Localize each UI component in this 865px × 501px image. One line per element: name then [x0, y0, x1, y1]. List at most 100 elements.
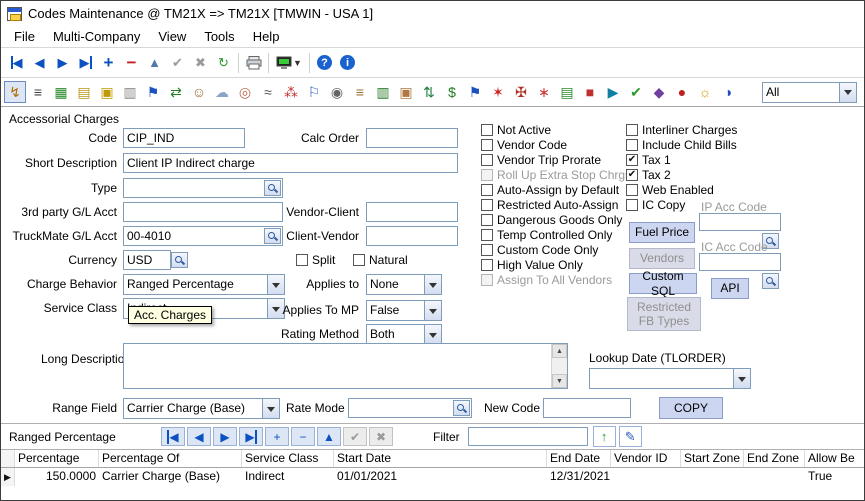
vendor-client-input[interactable]: [366, 202, 458, 222]
chevron-down-icon[interactable]: [424, 325, 441, 344]
grid-row[interactable]: ▶150.0000Carrier Charge (Base)Indirect01…: [1, 468, 864, 486]
delete-record-icon[interactable]: −: [120, 52, 143, 74]
checkbox-high-value-only[interactable]: High Value Only: [481, 258, 583, 272]
chevron-down-icon[interactable]: [733, 369, 750, 388]
flag-schedule-icon[interactable]: ⚐: [303, 81, 325, 103]
print-icon[interactable]: [242, 52, 265, 74]
nav-first-icon[interactable]: ◀: [5, 52, 28, 74]
detail-first-icon[interactable]: ◀: [161, 427, 185, 446]
checkbox-include-child-bills[interactable]: Include Child Bills: [626, 138, 737, 152]
checkbox-vendor-code[interactable]: Vendor Code: [481, 138, 567, 152]
checkbox-ic-copy[interactable]: IC Copy: [626, 198, 685, 212]
rating-method-combo[interactable]: Both: [366, 324, 442, 345]
approve-icon[interactable]: ✔: [625, 81, 647, 103]
filter-refresh-icon[interactable]: ↑: [593, 426, 616, 447]
applies-to-combo[interactable]: None: [366, 274, 442, 295]
checkbox-natural[interactable]: Natural: [353, 253, 408, 267]
category-filter-combo[interactable]: All: [762, 82, 857, 103]
menu-view[interactable]: View: [149, 27, 195, 46]
nav-last-icon[interactable]: ▶: [74, 52, 97, 74]
client-vendor-input[interactable]: [366, 226, 458, 246]
cross-icon[interactable]: ✠: [510, 81, 532, 103]
monitor-icon[interactable]: ▼: [272, 52, 306, 74]
network-icon[interactable]: ⁂: [280, 81, 302, 103]
currency-lookup-button[interactable]: [171, 252, 188, 268]
short-description-input[interactable]: [123, 153, 458, 173]
red-box-icon[interactable]: ■: [579, 81, 601, 103]
checkbox-auto-assign-by-default[interactable]: Auto-Assign by Default: [481, 183, 619, 197]
currency-input[interactable]: [123, 250, 171, 270]
code-input[interactable]: [123, 128, 245, 148]
calc-order-input[interactable]: [366, 128, 458, 148]
fuel-price-button[interactable]: Fuel Price: [629, 222, 695, 243]
checkbox-not-active[interactable]: Not Active: [481, 123, 551, 137]
signature-icon[interactable]: ≈: [257, 81, 279, 103]
chevron-down-icon[interactable]: [267, 275, 284, 294]
edit-record-icon[interactable]: ▲: [143, 52, 166, 74]
flag-icon[interactable]: ⚑: [142, 81, 164, 103]
about-icon[interactable]: i: [336, 52, 359, 74]
checkbox-custom-code-only[interactable]: Custom Code Only: [481, 243, 598, 257]
badge-icon[interactable]: ▣: [96, 81, 118, 103]
grid-column-start-zone[interactable]: Start Zone: [681, 450, 744, 467]
settings-icon[interactable]: ◆: [648, 81, 670, 103]
type-lookup-button[interactable]: [264, 180, 281, 196]
nav-next-icon[interactable]: ▶: [51, 52, 74, 74]
menu-multi-company[interactable]: Multi-Company: [44, 27, 149, 46]
grid-column-percentage-of[interactable]: Percentage Of: [99, 450, 242, 467]
rate-mode-lookup-button[interactable]: [453, 400, 470, 416]
range-field-combo[interactable]: Carrier Charge (Base): [123, 398, 280, 419]
charge-codes-icon[interactable]: ↯: [4, 81, 26, 103]
filter-input[interactable]: [468, 427, 588, 446]
detail-next-icon[interactable]: ▶: [213, 427, 237, 446]
lookup-date-combo[interactable]: [589, 368, 751, 389]
checkbox-interliner-charges[interactable]: Interliner Charges: [626, 123, 737, 137]
grid-column-allow-be[interactable]: Allow Be: [805, 450, 865, 467]
truckmate-gl-input[interactable]: [123, 226, 283, 246]
document-icon[interactable]: ▤: [73, 81, 95, 103]
grid-column-service-class[interactable]: Service Class: [242, 450, 334, 467]
grid-column-vendor-id[interactable]: Vendor ID: [611, 450, 681, 467]
nav-prior-icon[interactable]: ◀: [28, 52, 51, 74]
help-icon[interactable]: ?: [313, 52, 336, 74]
ledger-icon[interactable]: ▥: [372, 81, 394, 103]
code-list-icon[interactable]: ≡: [27, 81, 49, 103]
checkbox-split[interactable]: Split: [296, 253, 335, 267]
globe-icon[interactable]: ◑: [717, 81, 739, 103]
transfer-icon[interactable]: ⇄: [165, 81, 187, 103]
send-icon[interactable]: ▶: [602, 81, 624, 103]
money-icon[interactable]: $: [441, 81, 463, 103]
ip-acc-code-input[interactable]: [699, 213, 781, 231]
scrollbar[interactable]: ▲ ▼: [551, 344, 567, 388]
ic-acc-code-input[interactable]: [699, 253, 781, 271]
grid-column-end-date[interactable]: End Date: [547, 450, 611, 467]
detail-edit-icon[interactable]: ▲: [317, 427, 341, 446]
donut-icon[interactable]: ◎: [234, 81, 256, 103]
checkbox-dangerous-goods-only[interactable]: Dangerous Goods Only: [481, 213, 622, 227]
menu-file[interactable]: File: [5, 27, 44, 46]
grid-column-start-date[interactable]: Start Date: [334, 450, 547, 467]
burst-icon[interactable]: ✶: [487, 81, 509, 103]
chevron-down-icon[interactable]: [424, 275, 441, 294]
copy-button[interactable]: COPY: [659, 397, 723, 419]
sun-icon[interactable]: ☼: [694, 81, 716, 103]
chevron-down-icon[interactable]: [262, 399, 279, 418]
long-description-textarea[interactable]: ▲ ▼: [123, 343, 568, 389]
chevron-down-icon[interactable]: [839, 83, 856, 102]
ic-acc-code-lookup-button[interactable]: [762, 273, 779, 289]
copy-pages-icon[interactable]: ▥: [119, 81, 141, 103]
package-icon[interactable]: ▣: [395, 81, 417, 103]
blue-flag-icon[interactable]: ⚑: [464, 81, 486, 103]
grid-column-percentage[interactable]: Percentage: [15, 450, 99, 467]
comment-icon[interactable]: ☁: [211, 81, 233, 103]
menu-tools[interactable]: Tools: [195, 27, 243, 46]
api-button[interactable]: API: [711, 278, 749, 299]
rates-icon[interactable]: ⇅: [418, 81, 440, 103]
checkbox-tax-2[interactable]: ✔Tax 2: [626, 168, 671, 182]
type-input[interactable]: [123, 178, 283, 198]
camera-icon[interactable]: ◉: [326, 81, 348, 103]
checkbox-vendor-trip-prorate[interactable]: Vendor Trip Prorate: [481, 153, 601, 167]
chevron-down-icon[interactable]: ▼: [293, 58, 302, 68]
new-code-input[interactable]: [543, 398, 631, 418]
user-icon[interactable]: ☺: [188, 81, 210, 103]
